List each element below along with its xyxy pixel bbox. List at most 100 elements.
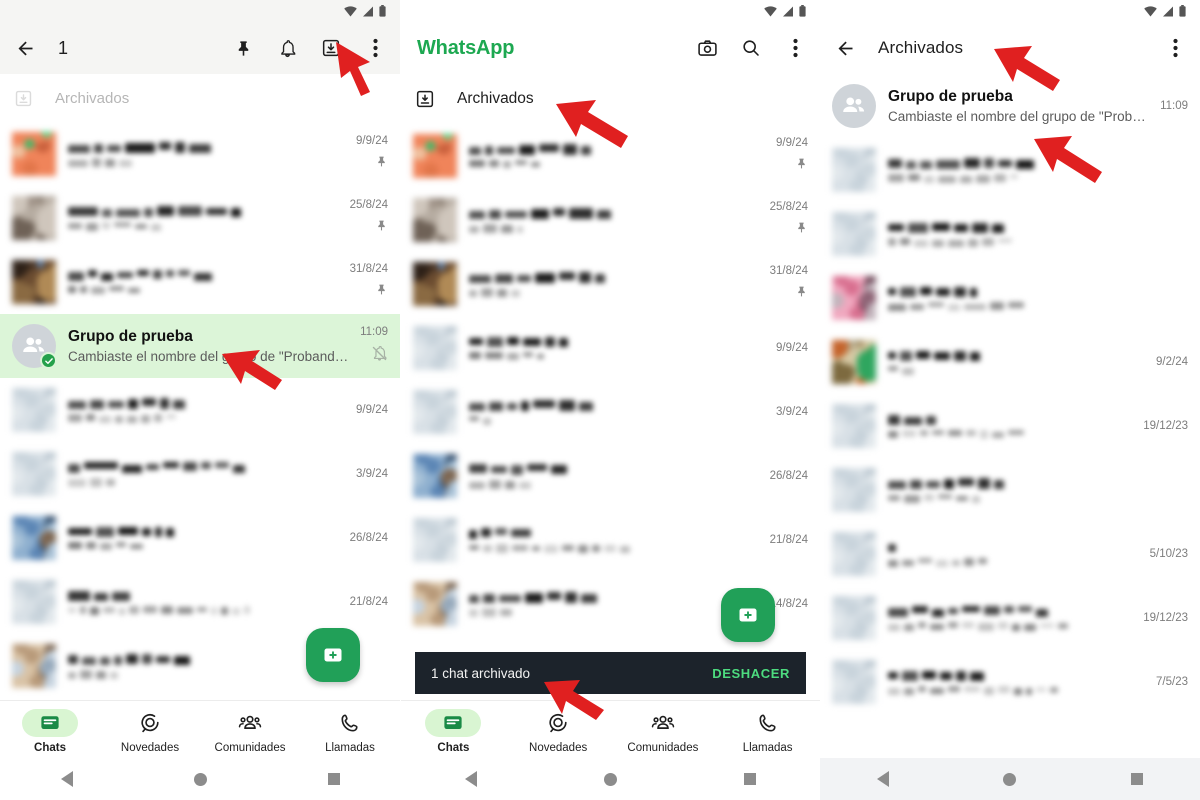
chat-row[interactable]: 5/10/23	[820, 522, 1200, 586]
avatar[interactable]	[832, 212, 876, 256]
chat-row[interactable]: 9/9/24	[0, 122, 400, 186]
avatar[interactable]	[12, 644, 56, 688]
chat-row[interactable]: 19/12/23	[820, 394, 1200, 458]
sys-home-icon[interactable]	[603, 772, 617, 786]
redacted-text	[68, 477, 348, 487]
chat-row[interactable]: 3/9/24	[0, 442, 400, 506]
archived-entry-mid[interactable]: Archivados	[401, 74, 820, 124]
chat-list-mid[interactable]: 9/9/24 25/8/24 31/8/24 9/9/24 3/9/24 26/8/24 2…	[401, 124, 820, 636]
avatar[interactable]	[12, 516, 56, 560]
sys-recents-icon[interactable]	[1130, 773, 1143, 785]
chat-row[interactable]: 25/8/24	[401, 188, 820, 252]
avatar[interactable]	[12, 388, 56, 432]
avatar[interactable]	[413, 390, 457, 434]
avatar[interactable]	[12, 260, 56, 304]
chat-row[interactable]: 9/2/24	[820, 330, 1200, 394]
nav-item-chats[interactable]: Chats	[0, 701, 100, 758]
snackbar-undo-button[interactable]: DESHACER	[712, 666, 790, 681]
right-phone-panel: Archivados Grupo de prueba Cambiaste el n…	[820, 0, 1200, 800]
redacted-text	[888, 670, 1148, 681]
sys-home-icon[interactable]	[193, 772, 207, 786]
chat-row[interactable]: 9/9/24	[401, 124, 820, 188]
nav-item-llamadas[interactable]: Llamadas	[715, 701, 820, 758]
back-arrow-icon[interactable]	[834, 37, 856, 59]
avatar[interactable]	[832, 340, 876, 384]
chat-row[interactable]: 31/8/24	[0, 250, 400, 314]
chat-row[interactable]	[820, 266, 1200, 330]
avatar[interactable]	[12, 580, 56, 624]
archive-icon[interactable]	[320, 37, 342, 59]
avatar[interactable]	[832, 468, 876, 512]
sys-back-icon[interactable]	[60, 771, 73, 787]
chat-list-right[interactable]: Grupo de prueba Cambiaste el nombre del g…	[820, 74, 1200, 714]
avatar[interactable]	[832, 148, 876, 192]
chat-row[interactable]: 9/9/24	[401, 316, 820, 380]
nav-item-comunidades[interactable]: Comunidades	[611, 701, 716, 758]
bottom-nav-mid[interactable]: Chats Novedades Comunidades Llamadas	[401, 700, 820, 758]
avatar[interactable]	[12, 452, 56, 496]
nav-item-comunidades[interactable]: Comunidades	[200, 701, 300, 758]
bottom-nav-left[interactable]: Chats Novedades Comunidades Llamadas	[0, 700, 400, 758]
more-vert-icon[interactable]	[364, 37, 386, 59]
avatar[interactable]	[413, 454, 457, 498]
avatar[interactable]	[832, 532, 876, 576]
pin-icon	[798, 286, 805, 296]
more-vert-icon[interactable]	[784, 37, 806, 59]
avatar[interactable]	[413, 198, 457, 242]
nav-item-chats[interactable]: Chats	[401, 701, 506, 758]
pin-icon[interactable]	[232, 37, 254, 59]
avatar[interactable]	[832, 84, 876, 128]
chat-row[interactable]: Grupo de prueba Cambiaste el nombre del g…	[820, 74, 1200, 138]
sys-home-icon[interactable]	[1003, 772, 1017, 786]
sys-back-icon[interactable]	[464, 771, 477, 787]
avatar[interactable]	[413, 326, 457, 370]
nav-label: Llamadas	[325, 742, 375, 754]
chat-row[interactable]: 25/8/24	[0, 186, 400, 250]
wifi-icon	[1144, 5, 1157, 17]
chat-row[interactable]: 9/9/24	[0, 378, 400, 442]
signal-icon	[1163, 6, 1173, 16]
avatar[interactable]	[832, 276, 876, 320]
chat-row[interactable]: 31/8/24	[401, 252, 820, 316]
chat-preview: Cambiaste el nombre del grupo de "Proban…	[68, 349, 353, 364]
avatar[interactable]	[413, 134, 457, 178]
avatar[interactable]	[12, 196, 56, 240]
chat-row[interactable]: 26/8/24	[401, 444, 820, 508]
more-vert-icon[interactable]	[1164, 37, 1186, 59]
bell-icon[interactable]	[276, 37, 298, 59]
sys-recents-icon[interactable]	[327, 773, 340, 785]
nav-item-novedades[interactable]: Novedades	[506, 701, 611, 758]
avatar[interactable]	[832, 404, 876, 448]
search-icon[interactable]	[740, 37, 762, 59]
chat-row-body	[876, 478, 1180, 503]
avatar[interactable]	[832, 660, 876, 704]
avatar[interactable]	[413, 582, 457, 626]
chat-row[interactable]: 21/8/24	[0, 570, 400, 634]
nav-item-llamadas[interactable]: Llamadas	[300, 701, 400, 758]
avatar[interactable]	[12, 132, 56, 176]
chat-row[interactable]: 3/9/24	[401, 380, 820, 444]
nav-item-novedades[interactable]: Novedades	[100, 701, 200, 758]
chat-row[interactable]: Grupo de prueba Cambiaste el nombre del g…	[0, 314, 400, 378]
avatar[interactable]	[413, 262, 457, 306]
chat-list-left[interactable]: 9/9/24 25/8/24 31/8/24 Grupo de prueba Cambi…	[0, 122, 400, 698]
camera-icon[interactable]	[696, 37, 718, 59]
back-arrow-icon[interactable]	[14, 37, 36, 59]
new-chat-fab-mid[interactable]	[721, 588, 775, 642]
avatar[interactable]	[413, 518, 457, 562]
selection-actions	[232, 37, 386, 59]
chat-row[interactable]: 7/5/23	[820, 650, 1200, 714]
chat-row[interactable]: 26/8/24	[0, 506, 400, 570]
chat-row[interactable]	[820, 202, 1200, 266]
chat-row[interactable]: 21/8/24	[401, 508, 820, 572]
sys-recents-icon[interactable]	[744, 773, 757, 785]
archived-entry-left[interactable]: Archivados	[0, 74, 400, 122]
chat-row[interactable]: 19/12/23	[820, 586, 1200, 650]
sys-back-icon[interactable]	[877, 771, 890, 787]
new-chat-fab-left[interactable]	[306, 628, 360, 682]
chat-row-meta: 26/8/24	[762, 470, 808, 482]
avatar[interactable]	[832, 596, 876, 640]
chat-row[interactable]	[820, 138, 1200, 202]
chat-row[interactable]	[820, 458, 1200, 522]
avatar[interactable]	[12, 324, 57, 369]
